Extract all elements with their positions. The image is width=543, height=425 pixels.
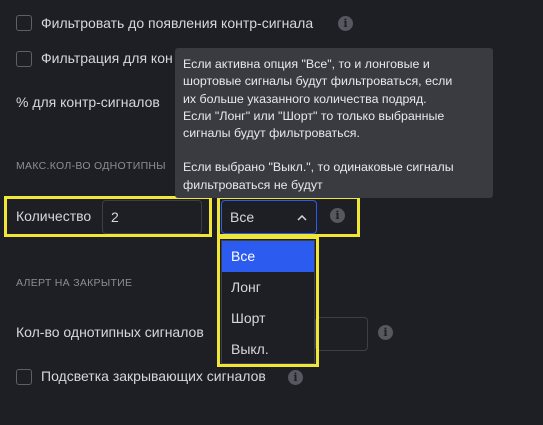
highlight-closing-label: Подсветка закрывающих сигналов [41, 368, 266, 384]
mode-options-list: Все Лонг Шорт Выкл. [221, 240, 315, 364]
filter-for-checkbox[interactable] [16, 51, 32, 67]
tooltip-line: шортовые сигналы будут фильтроваться, ес… [183, 74, 453, 89]
mode-option-short[interactable]: Шорт [222, 303, 314, 334]
filter-for-label: Фильтрация для кон [41, 50, 173, 66]
tooltip-line: Если выбрано "Выкл.", то одинаковые сигн… [183, 160, 454, 175]
tooltip: Если активна опция "Все", то и лонговые … [175, 48, 493, 198]
chevron-up-icon [297, 215, 307, 221]
mode-select-value: Все [230, 209, 255, 225]
mode-option-off[interactable]: Выкл. [222, 334, 314, 365]
quantity-label: Количество [16, 208, 92, 224]
tooltip-line [183, 142, 485, 159]
tooltip-line: их больше указанного количества подряд. [183, 91, 427, 106]
max-same-section-title: МАКС.КОЛ-ВО ОДНОТИПНЫ [16, 160, 166, 172]
filter-until-counter-checkbox[interactable] [16, 15, 32, 31]
info-icon[interactable]: i [330, 208, 345, 223]
mode-option-long[interactable]: Лонг [222, 272, 314, 303]
info-icon[interactable]: i [288, 370, 303, 385]
counter-percent-label: % для контр-сигналов [16, 94, 160, 110]
tooltip-line: Если "Лонг" или "Шорт" то только выбранн… [183, 108, 445, 123]
quantity-input[interactable]: 2 [102, 200, 202, 234]
highlight-closing-checkbox[interactable] [16, 369, 32, 385]
filter-until-counter-label: Фильтровать до появления контр-сигнала [41, 15, 314, 31]
tooltip-line: фильтроваться не будут [183, 177, 323, 192]
info-icon[interactable]: i [378, 325, 393, 340]
info-icon[interactable]: i [338, 16, 353, 31]
tooltip-line: Если активна опция "Все", то и лонговые … [183, 57, 430, 71]
tooltip-line: сигналы будут фильтроваться. [183, 126, 360, 141]
mode-select[interactable]: Все [221, 200, 317, 234]
same-signals-label: Кол-во однотипных сигналов [16, 324, 204, 340]
same-signals-input[interactable] [315, 317, 368, 351]
close-alert-section-title: АЛЕРТ НА ЗАКРЫТИЕ [16, 277, 133, 289]
mode-option-all[interactable]: Все [222, 241, 314, 272]
